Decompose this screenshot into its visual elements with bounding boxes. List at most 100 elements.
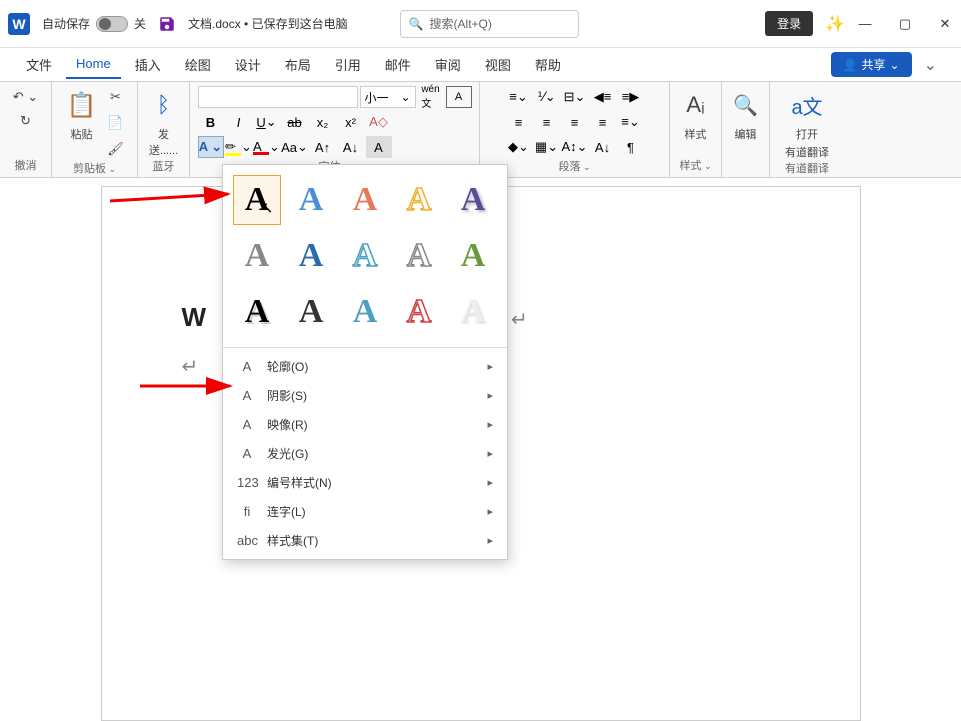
paste-label: 粘贴 — [71, 126, 93, 142]
shading-button[interactable]: ◆⌄ — [506, 136, 532, 158]
search-input[interactable]: 🔍 搜索(Alt+Q) — [400, 10, 580, 38]
asian-layout-button[interactable]: A↕⌄ — [562, 136, 588, 158]
fx-preset-8[interactable]: A — [341, 231, 389, 281]
bluetooth-icon[interactable]: ᛒ — [145, 86, 183, 124]
find-icon[interactable]: 🔍 — [727, 86, 765, 124]
search-icon: 🔍 — [409, 17, 424, 31]
fx-ligatures-item[interactable]: fi连字(L)▸ — [223, 497, 507, 526]
superscript-button[interactable]: x² — [338, 111, 364, 133]
toggle-switch[interactable] — [96, 16, 128, 32]
styles-btn-label: 样式 — [685, 126, 707, 142]
paste-icon[interactable]: 📋 — [63, 86, 101, 124]
fx-preset-9[interactable]: A — [395, 231, 443, 281]
char-border-button[interactable]: A — [446, 86, 472, 108]
bold-button[interactable]: B — [198, 111, 224, 133]
menu-insert[interactable]: 插入 — [125, 49, 171, 80]
fx-preset-6[interactable]: A — [233, 231, 281, 281]
text-effects-button[interactable]: A ⌄ — [198, 136, 224, 158]
fx-preset-2[interactable]: A — [287, 175, 335, 225]
decrease-indent-button[interactable]: ◀≡ — [590, 86, 616, 108]
menu-home[interactable]: Home — [66, 50, 121, 79]
char-shading-button[interactable]: A — [366, 136, 392, 158]
magic-icon[interactable]: ✨ — [825, 14, 845, 34]
fx-outline-item[interactable]: A轮廓(O)▸ — [223, 352, 507, 381]
menu-file[interactable]: 文件 — [16, 49, 62, 80]
clear-format-button[interactable]: A◇ — [366, 111, 392, 133]
font-size-select[interactable]: 小一⌄ — [360, 86, 416, 108]
bullets-button[interactable]: ≡⌄ — [506, 86, 532, 108]
ribbon-group-paragraph: ≡⌄ ⅟⌄ ⊟⌄ ◀≡ ≡▶ ≡ ≡ ≡ ≡ ≡⌄ ◆⌄ ▦⌄ A↕⌄ A↓ ¶… — [480, 82, 670, 177]
format-painter-button[interactable]: 🖌 — [105, 138, 127, 160]
group-label-youdao: 有道翻译 — [778, 160, 836, 176]
autosave-toggle[interactable]: 自动保存 关 — [42, 15, 146, 32]
numbering-button[interactable]: ⅟⌄ — [534, 86, 560, 108]
multilevel-button[interactable]: ⊟⌄ — [562, 86, 588, 108]
menu-draw[interactable]: 绘图 — [175, 49, 221, 80]
borders-button[interactable]: ▦⌄ — [534, 136, 560, 158]
fx-preset-10[interactable]: A — [449, 231, 497, 281]
fx-shadow-item[interactable]: A阴影(S)▸ — [223, 381, 507, 410]
shrink-font-button[interactable]: A↓ — [338, 136, 364, 158]
close-button[interactable]: ✕ — [937, 16, 953, 32]
share-button[interactable]: 👤 共享 ⌄ — [831, 52, 912, 77]
login-button[interactable]: 登录 — [765, 11, 813, 36]
fx-reflection-item[interactable]: A映像(R)▸ — [223, 410, 507, 439]
justify-button[interactable]: ≡ — [590, 111, 616, 133]
cut-button[interactable]: ✂ — [105, 86, 127, 108]
menu-review[interactable]: 审阅 — [425, 49, 471, 80]
text-effects-dropdown: A A A A A A A A A A A A A A A A轮廓(O)▸ A阴… — [222, 164, 508, 560]
phonetic-button[interactable]: wén文 — [418, 86, 444, 108]
fx-preset-15[interactable]: A — [449, 287, 497, 337]
strike-button[interactable]: ab — [282, 111, 308, 133]
copy-button[interactable]: 📄 — [105, 112, 127, 134]
fx-preset-7[interactable]: A — [287, 231, 335, 281]
fx-number-style-item[interactable]: 123编号样式(N)▸ — [223, 468, 507, 497]
menu-mail[interactable]: 邮件 — [375, 49, 421, 80]
more-menu[interactable]: ⌄ — [916, 51, 945, 79]
fx-preset-11[interactable]: A — [233, 287, 281, 337]
fx-stylistic-set-item[interactable]: abc样式集(T)▸ — [223, 526, 507, 555]
fx-preset-5[interactable]: A — [449, 175, 497, 225]
save-icon[interactable] — [158, 15, 176, 33]
menu-help[interactable]: 帮助 — [525, 49, 571, 80]
word-icon: W — [8, 13, 30, 35]
fx-preset-13[interactable]: A — [341, 287, 389, 337]
number-icon: 123 — [237, 475, 257, 490]
font-family-select[interactable] — [198, 86, 358, 108]
highlight-button[interactable]: ✏ ⌄ — [226, 136, 252, 158]
change-case-button[interactable]: Aa ⌄ — [282, 136, 308, 158]
sort-button[interactable]: A↓ — [590, 136, 616, 158]
align-center-button[interactable]: ≡ — [534, 111, 560, 133]
increase-indent-button[interactable]: ≡▶ — [618, 86, 644, 108]
fx-glow-item[interactable]: A发光(G)▸ — [223, 439, 507, 468]
italic-button[interactable]: I — [226, 111, 252, 133]
menu-design[interactable]: 设计 — [225, 49, 271, 80]
fx-preset-4[interactable]: A — [395, 175, 443, 225]
chevron-right-icon: ▸ — [487, 534, 493, 547]
align-left-button[interactable]: ≡ — [506, 111, 532, 133]
maximize-button[interactable]: ▢ — [897, 16, 913, 32]
distribute-button[interactable]: ≡⌄ — [618, 111, 644, 133]
redo-button[interactable]: ↻ — [15, 110, 37, 132]
fx-preset-1[interactable]: A — [233, 175, 281, 225]
menu-references[interactable]: 引用 — [325, 49, 371, 80]
font-color-button[interactable]: A ⌄ — [254, 136, 280, 158]
underline-button[interactable]: U ⌄ — [254, 111, 280, 133]
minimize-button[interactable]: — — [857, 16, 873, 32]
fx-preset-14[interactable]: A — [395, 287, 443, 337]
menu-layout[interactable]: 布局 — [275, 49, 321, 80]
align-right-button[interactable]: ≡ — [562, 111, 588, 133]
group-label-styles: 样式 — [678, 157, 713, 173]
glow-icon: A — [237, 446, 257, 461]
cursor-icon: ↖ — [260, 198, 273, 218]
menu-view[interactable]: 视图 — [475, 49, 521, 80]
fx-preset-12[interactable]: A — [287, 287, 335, 337]
youdao-icon[interactable]: a文 — [788, 86, 826, 124]
fx-preset-3[interactable]: A — [341, 175, 389, 225]
menubar: 文件 Home 插入 绘图 设计 布局 引用 邮件 审阅 视图 帮助 👤 共享 … — [0, 48, 961, 82]
subscript-button[interactable]: x₂ — [310, 111, 336, 133]
grow-font-button[interactable]: A↑ — [310, 136, 336, 158]
styles-icon[interactable]: Aᵢ — [677, 86, 715, 124]
show-marks-button[interactable]: ¶ — [618, 136, 644, 158]
undo-button[interactable]: ↶ ⌄ — [13, 86, 38, 108]
